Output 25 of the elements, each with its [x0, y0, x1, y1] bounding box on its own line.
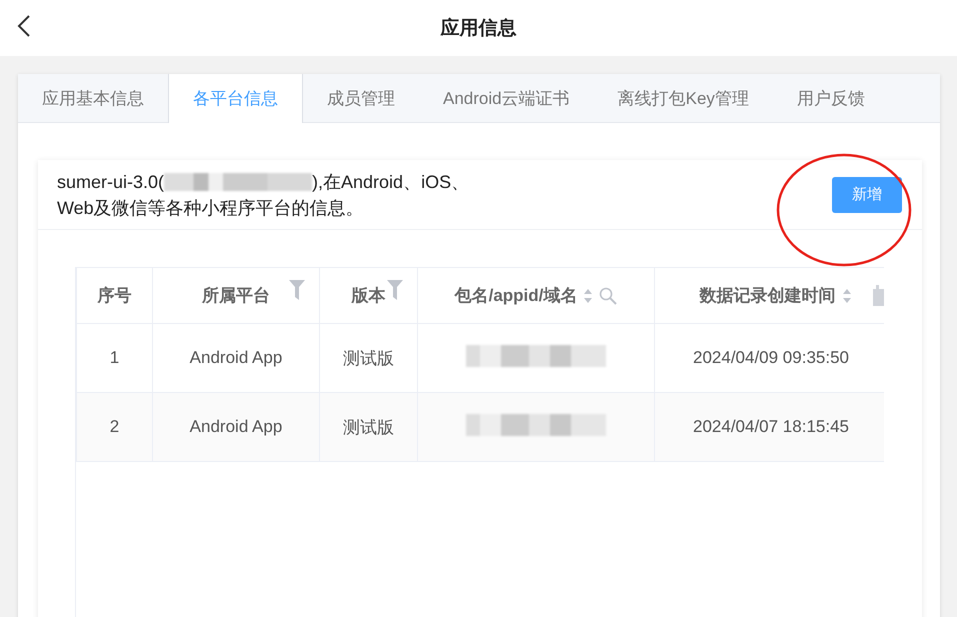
header-label: 序号: [98, 285, 132, 307]
sort-icon[interactable]: [842, 288, 852, 304]
table-cell: 2024/04/07 18:15:45: [654, 392, 884, 462]
tab[interactable]: 离线打包Key管理: [594, 74, 773, 123]
search-icon[interactable]: [599, 286, 618, 304]
table-cell: 测试版: [320, 392, 418, 462]
page-title: 应用信息: [440, 16, 516, 41]
table-cell: 2: [76, 392, 152, 462]
tab[interactable]: 各平台信息: [168, 74, 303, 123]
description-text: sumer-ui-3.0(: [57, 170, 164, 194]
table-cell: Android App: [152, 392, 320, 462]
header-label: 数据记录创建时间: [700, 285, 836, 307]
add-button[interactable]: 新增: [832, 176, 902, 212]
filter-icon[interactable]: [387, 280, 403, 300]
filter-icon[interactable]: [289, 280, 305, 300]
tab[interactable]: Android云端证书: [419, 74, 594, 123]
header-label: 所属平台: [202, 285, 270, 307]
description-text: ),在Android、iOS、: [312, 170, 470, 194]
tab[interactable]: 应用基本信息: [18, 74, 168, 123]
header-label: 包名/appid/域名: [454, 285, 578, 307]
description-text: Web及微信等各种小程序平台的信息。: [57, 196, 365, 220]
sort-icon[interactable]: [583, 288, 594, 304]
header-label: 版本: [352, 285, 386, 307]
tab[interactable]: 用户反馈: [772, 74, 889, 123]
tab[interactable]: 成员管理: [303, 74, 419, 123]
